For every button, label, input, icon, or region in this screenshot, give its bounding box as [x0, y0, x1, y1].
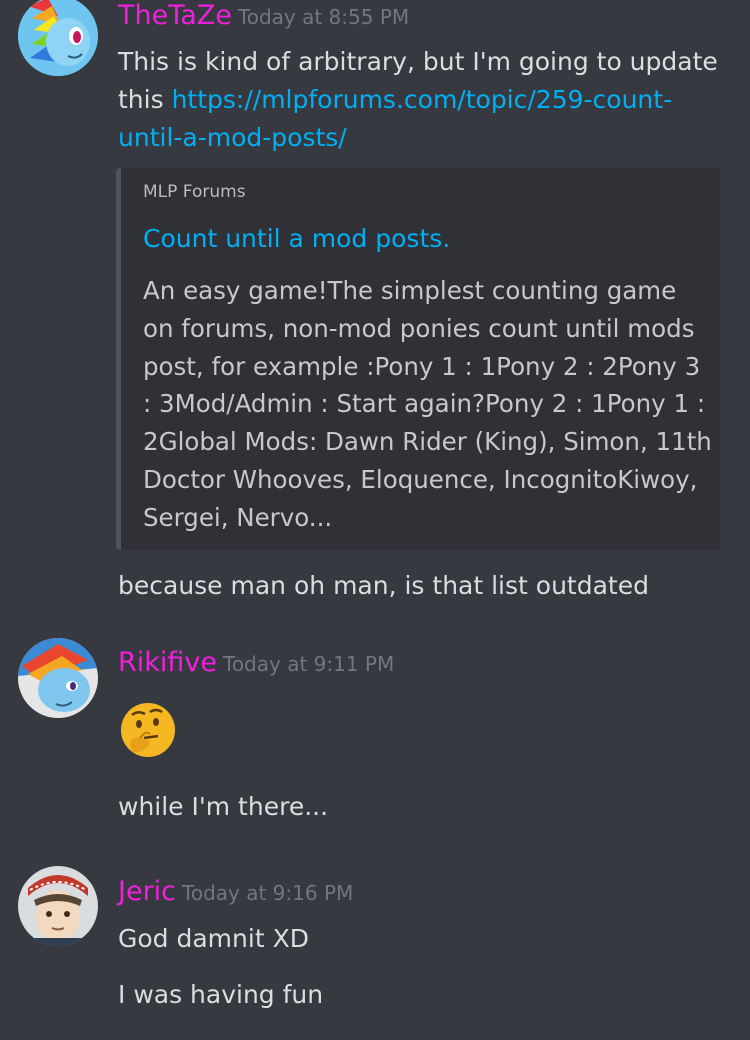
message-header: TheTaZe Today at 8:55 PM	[118, 0, 409, 31]
message-text: This is kind of arbitrary, but I'm going…	[118, 43, 730, 157]
thinking-face-emoji-icon	[121, 703, 175, 757]
timestamp: Today at 9:11 PM	[223, 652, 395, 676]
message-text: while I'm there...	[118, 792, 329, 821]
avatar[interactable]	[18, 0, 98, 76]
timestamp: Today at 9:16 PM	[182, 881, 354, 905]
username[interactable]: Rikifive	[118, 647, 217, 678]
message-text: I was having fun	[118, 980, 324, 1009]
message-text: God damnit XD	[118, 924, 309, 953]
embed-description: An easy game!The simplest counting game …	[143, 276, 712, 532]
message-text: because man oh man, is that list outdate…	[118, 571, 649, 600]
anime-character-avatar-icon	[18, 866, 98, 946]
username[interactable]: Jeric	[118, 876, 176, 907]
link-embed: MLP Forums Count until a mod posts. An e…	[116, 168, 720, 550]
avatar[interactable]	[18, 866, 98, 946]
embed-title[interactable]: Count until a mod posts.	[143, 224, 450, 253]
message-header: Rikifive Today at 9:11 PM	[118, 647, 394, 678]
message-header: Jeric Today at 9:16 PM	[118, 876, 353, 907]
username[interactable]: TheTaZe	[118, 0, 232, 31]
pony-avatar-icon	[18, 638, 98, 718]
embed-provider[interactable]: MLP Forums	[143, 182, 246, 202]
timestamp: Today at 8:55 PM	[237, 5, 410, 29]
rainbow-dash-pony-avatar-icon	[18, 0, 98, 76]
avatar[interactable]	[18, 638, 98, 718]
forum-link[interactable]: https://mlpforums.com/topic/259-count-un…	[118, 85, 672, 152]
